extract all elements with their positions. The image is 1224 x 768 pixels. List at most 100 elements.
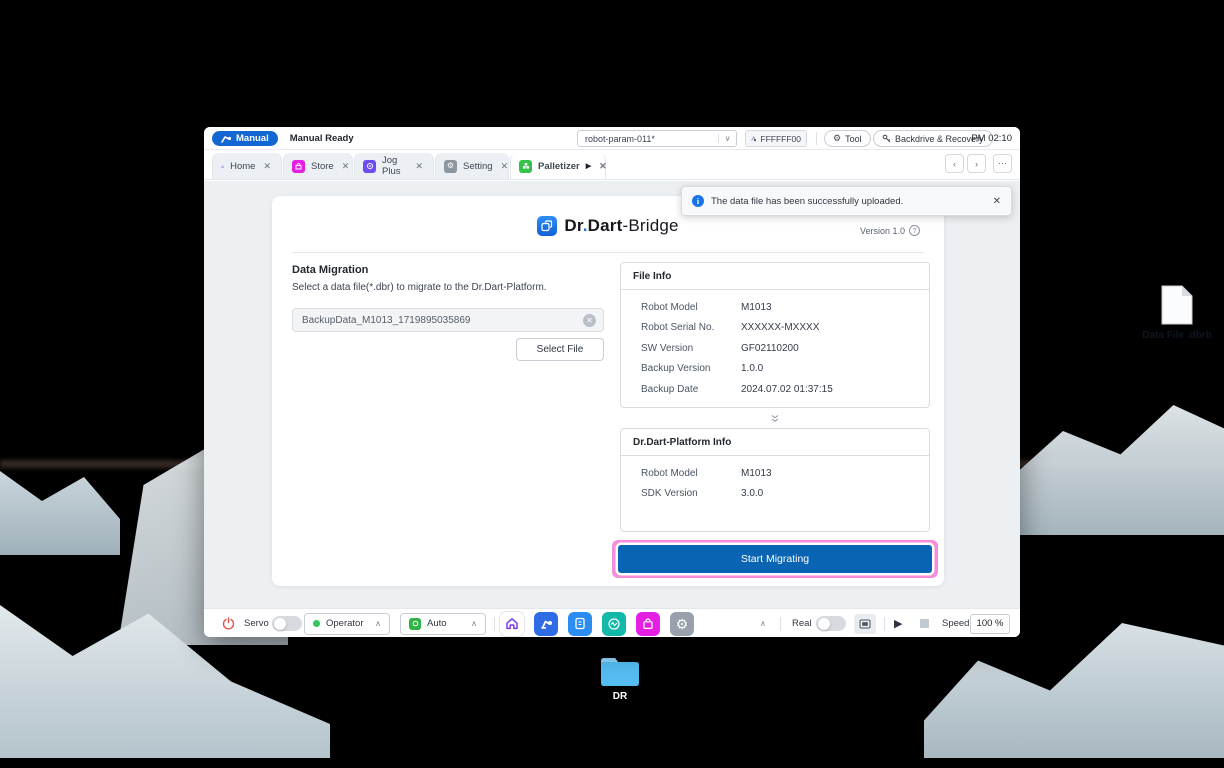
file-info-panel: File Info Robot Model M1013 Robot Serial… (620, 262, 930, 408)
brand-dr: Dr (564, 216, 582, 235)
tab-palletizer-label: Palletizer (538, 161, 580, 172)
file-info-title: File Info (621, 263, 929, 290)
help-icon[interactable]: ? (909, 225, 920, 236)
device-icon (574, 617, 586, 630)
close-icon[interactable]: ✕ (261, 161, 273, 172)
stop-icon (920, 619, 929, 628)
dock-monitoring-app[interactable] (602, 612, 626, 636)
virtual-keypad-button[interactable] (854, 609, 876, 637)
tool-button-label: Tool (845, 134, 862, 144)
platform-info-panel: Dr.Dart-Platform Info Robot Model M1013 … (620, 428, 930, 532)
dock-settings-app[interactable]: ⚙ (670, 612, 694, 636)
desktop-folder-dr[interactable]: DR (575, 655, 665, 702)
tab-home[interactable]: Home ✕ (212, 153, 282, 179)
real-toggle[interactable] (816, 609, 846, 637)
toast-message: The data file has been successfully uplo… (711, 196, 986, 207)
row-label: Robot Serial No. (621, 322, 741, 333)
tool-button[interactable]: ⚙ Tool (824, 130, 871, 147)
tab-nav-forward-button[interactable]: › (967, 154, 986, 173)
gear-icon: ⚙ (676, 617, 689, 631)
status-bar: Servo Operator ∧ Auto ∧ (204, 608, 1020, 637)
divider (292, 252, 924, 253)
desktop-folder-label: DR (613, 691, 627, 702)
speed-value-box[interactable]: 100 % (970, 609, 1010, 637)
desktop-file-label: Data File .dbrb (1142, 330, 1211, 341)
close-icon[interactable]: ✕ (413, 161, 425, 172)
close-icon[interactable]: ✕ (499, 161, 511, 172)
tool-weight-value: FFFFFF00 (760, 134, 801, 144)
dock-home-app[interactable] (500, 612, 524, 636)
row-label: Backup Version (621, 363, 741, 374)
dock-collapse-chevron[interactable]: ∧ (760, 609, 766, 637)
tab-nav-back-button[interactable]: ‹ (945, 154, 964, 173)
platform-info-title: Dr.Dart-Platform Info (621, 429, 929, 456)
desktop-file-data-file-dbrb[interactable]: Data File .dbrb (1132, 284, 1222, 341)
dock-store-app[interactable] (636, 612, 660, 636)
data-migration-description: Select a data file(*.dbr) to migrate to … (292, 282, 547, 293)
dock-device-app[interactable] (568, 612, 592, 636)
robot-mode-badge[interactable]: Manual (212, 131, 278, 146)
select-file-button[interactable]: Select File (516, 338, 604, 361)
tab-home-label: Home (230, 161, 255, 172)
auto-mode-dropdown[interactable]: Auto ∧ (400, 609, 486, 637)
close-icon[interactable]: ✕ (340, 161, 352, 172)
row-label: Robot Model (621, 468, 741, 479)
system-clock: PM 02:10 (971, 127, 1012, 150)
double-chevron-down-icon (620, 410, 930, 428)
setting-icon: ⚙ (444, 160, 457, 173)
tab-bar: Home ✕ Store ✕ Jog Plus ✕ ⚙ (204, 150, 1020, 180)
servo-label: Servo (244, 609, 269, 637)
data-migration-title: Data Migration (292, 264, 368, 276)
statusbar-divider (494, 617, 495, 631)
keypad-icon (859, 619, 871, 629)
iceberg (0, 435, 120, 555)
desktop: Data File .dbrb DR Manual Manual Ready r… (0, 0, 1224, 768)
servo-toggle[interactable] (272, 609, 302, 637)
tab-palletizer-active[interactable]: Palletizer ▶ ✕ (510, 153, 606, 179)
servo-power-icon (222, 609, 235, 637)
jog-plus-icon (363, 160, 376, 173)
toast-close-icon[interactable]: ✕ (993, 196, 1001, 207)
auto-label: Auto (427, 618, 447, 629)
tab-setting[interactable]: ⚙ Setting ✕ (435, 153, 509, 179)
start-migrating-button[interactable]: Start Migrating (618, 545, 932, 573)
file-icon (1160, 284, 1194, 326)
row-label: Backup Date (621, 384, 741, 395)
monitoring-icon (607, 617, 621, 631)
row-value: 1.0.0 (741, 363, 763, 374)
chevron-down-icon: ∨ (718, 134, 736, 143)
close-icon[interactable]: ✕ (597, 161, 609, 172)
row-label: SDK Version (621, 488, 741, 499)
clear-input-icon[interactable]: ✕ (583, 314, 596, 327)
version-row: Version 1.0 ? (860, 225, 920, 236)
info-icon: i (692, 195, 704, 207)
palletizer-icon (519, 160, 532, 173)
dock-robot-app[interactable] (534, 612, 558, 636)
tab-more-button[interactable]: ⋯ (993, 154, 1012, 173)
play-button[interactable]: ▶ (894, 609, 902, 637)
row-value: 3.0.0 (741, 488, 763, 499)
gear-icon: ⚙ (447, 162, 454, 170)
data-file-input[interactable] (293, 315, 583, 326)
row-label: SW Version (621, 343, 741, 354)
operator-dropdown[interactable]: Operator ∧ (304, 609, 390, 637)
info-row: SW Version GF02110200 (621, 338, 929, 359)
run-app-icon[interactable]: ▶ (586, 162, 591, 170)
dr-dart-bridge-window: Manual Manual Ready robot-param-011* ∨ F… (204, 127, 1020, 637)
statusbar-divider (780, 617, 781, 631)
app-logo: Dr.Dart-Bridge (272, 216, 944, 236)
store-bag-icon (642, 618, 654, 630)
home-icon (505, 617, 519, 630)
data-file-field: ✕ (292, 308, 604, 332)
tab-jog-plus[interactable]: Jog Plus ✕ (354, 153, 434, 179)
robot-status-text: Manual Ready (290, 133, 354, 144)
tool-weight-indicator[interactable]: FFFFFF00 (745, 130, 807, 147)
row-value: M1013 (741, 302, 772, 313)
iceberg (994, 405, 1224, 535)
upload-success-toast: i The data file has been successfully up… (681, 186, 1012, 216)
window-titlebar: Manual Manual Ready robot-param-011* ∨ F… (204, 127, 1020, 150)
robot-param-select[interactable]: robot-param-011* ∨ (577, 130, 737, 147)
robot-arm-icon (221, 134, 232, 143)
stop-button[interactable] (920, 609, 929, 637)
tab-store[interactable]: Store ✕ (283, 153, 353, 179)
